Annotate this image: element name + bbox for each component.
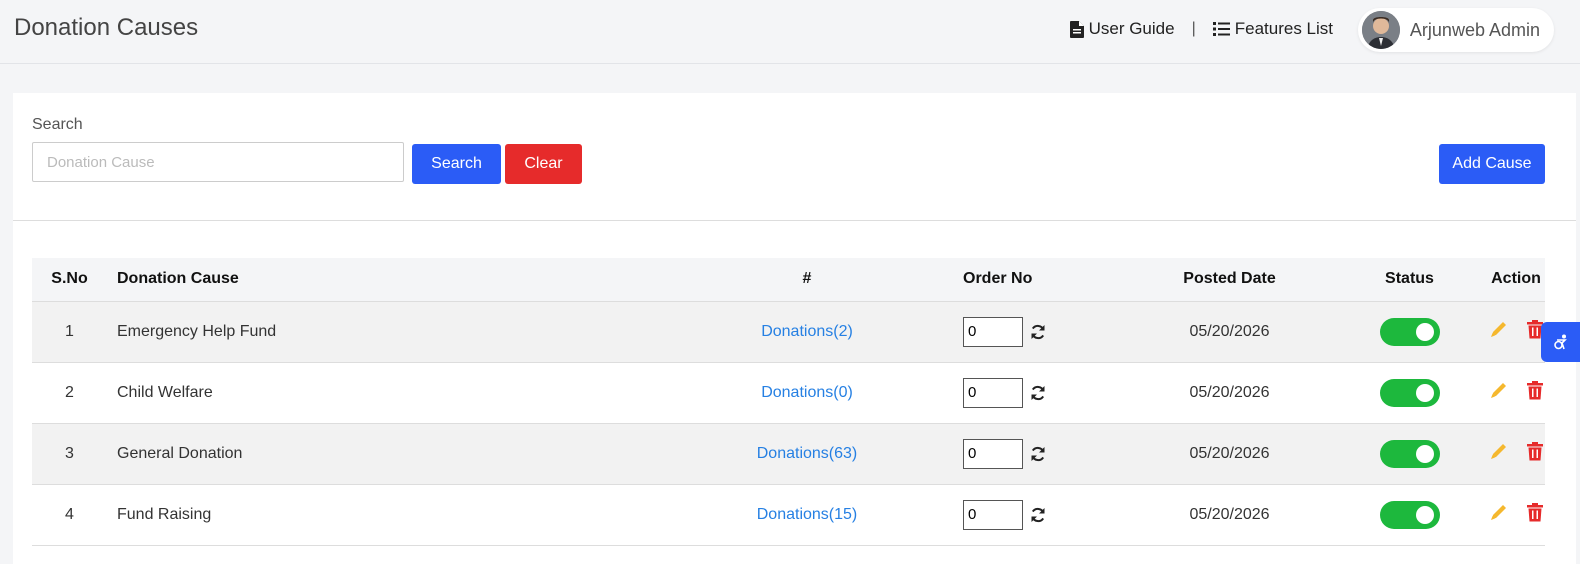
content-card: Search Search Clear Add Cause S.No Donat…: [13, 93, 1576, 564]
causes-table: S.No Donation Cause # Order No Posted Da…: [32, 258, 1545, 546]
link-separator: |: [1191, 20, 1196, 37]
features-list-label: Features List: [1234, 19, 1333, 38]
top-links: User Guide | Features List: [1069, 17, 1333, 41]
order-input[interactable]: [963, 438, 1023, 469]
order-input[interactable]: [963, 377, 1023, 408]
status-toggle[interactable]: [1379, 439, 1440, 468]
col-action: Action: [1491, 270, 1541, 288]
table-row: 3 General Donation Donations(63) 05/20/2…: [32, 423, 1545, 484]
donations-link[interactable]: Donations(15): [757, 506, 858, 523]
delete-icon[interactable]: [1527, 380, 1543, 400]
col-cause: Donation Cause: [117, 270, 239, 288]
list-icon: [1212, 22, 1230, 36]
refresh-icon[interactable]: [1030, 324, 1046, 340]
donations-link[interactable]: Donations(0): [761, 384, 853, 401]
refresh-icon[interactable]: [1030, 507, 1046, 523]
donations-link[interactable]: Donations(63): [757, 445, 858, 462]
row-sno: 2: [65, 383, 74, 401]
row-cause: Fund Raising: [117, 505, 212, 523]
col-order: Order No: [963, 270, 1033, 288]
user-guide-link[interactable]: User Guide: [1069, 19, 1175, 39]
delete-icon[interactable]: [1527, 441, 1543, 461]
page-title: Donation Causes: [14, 14, 199, 41]
edit-icon[interactable]: [1489, 319, 1509, 339]
col-status: Status: [1385, 270, 1434, 288]
edit-icon[interactable]: [1489, 502, 1509, 522]
row-date: 05/20/2026: [1189, 383, 1270, 401]
user-menu[interactable]: Arjunweb Admin: [1357, 8, 1554, 52]
divider: [13, 220, 1576, 221]
col-sno: S.No: [51, 270, 88, 288]
row-sno: 1: [65, 322, 74, 340]
col-date: Posted Date: [1183, 270, 1276, 288]
search-button[interactable]: Search: [412, 144, 501, 184]
status-toggle[interactable]: [1379, 378, 1440, 407]
row-sno: 3: [65, 444, 74, 462]
row-cause: Child Welfare: [117, 383, 213, 401]
accessibility-tab[interactable]: [1541, 322, 1580, 362]
table-row: 4 Fund Raising Donations(15) 05/20/2026: [32, 484, 1545, 545]
status-toggle[interactable]: [1379, 500, 1440, 529]
user-name: Arjunweb Admin: [1409, 19, 1540, 40]
order-input[interactable]: [963, 316, 1023, 347]
clear-button[interactable]: Clear: [505, 144, 582, 184]
row-date: 05/20/2026: [1189, 322, 1270, 340]
edit-icon[interactable]: [1489, 380, 1509, 400]
status-toggle[interactable]: [1379, 317, 1440, 346]
refresh-icon[interactable]: [1030, 446, 1046, 462]
table-row: 2 Child Welfare Donations(0) 05/20/2026: [32, 362, 1545, 423]
row-sno: 4: [65, 505, 74, 523]
row-cause: General Donation: [117, 444, 243, 462]
delete-icon[interactable]: [1527, 502, 1543, 522]
col-count: #: [802, 270, 812, 288]
avatar: [1361, 11, 1400, 49]
order-input[interactable]: [963, 499, 1023, 530]
row-cause: Emergency Help Fund: [117, 322, 277, 340]
add-cause-button[interactable]: Add Cause: [1439, 144, 1545, 184]
top-bar: Donation Causes User Guide | Features Li…: [0, 0, 1580, 64]
search-input[interactable]: [32, 142, 404, 182]
table-header-row: S.No Donation Cause # Order No Posted Da…: [32, 258, 1545, 301]
table-row: 1 Emergency Help Fund Donations(2) 05/20…: [32, 301, 1545, 362]
features-list-link[interactable]: Features List: [1212, 19, 1333, 39]
row-date: 05/20/2026: [1189, 505, 1270, 523]
refresh-icon[interactable]: [1030, 385, 1046, 401]
row-date: 05/20/2026: [1189, 444, 1270, 462]
accessibility-icon: [1553, 334, 1567, 350]
donations-link[interactable]: Donations(2): [761, 323, 853, 340]
user-guide-label: User Guide: [1088, 19, 1175, 38]
file-icon: [1069, 20, 1084, 38]
search-label: Search: [32, 116, 83, 133]
edit-icon[interactable]: [1489, 441, 1509, 461]
